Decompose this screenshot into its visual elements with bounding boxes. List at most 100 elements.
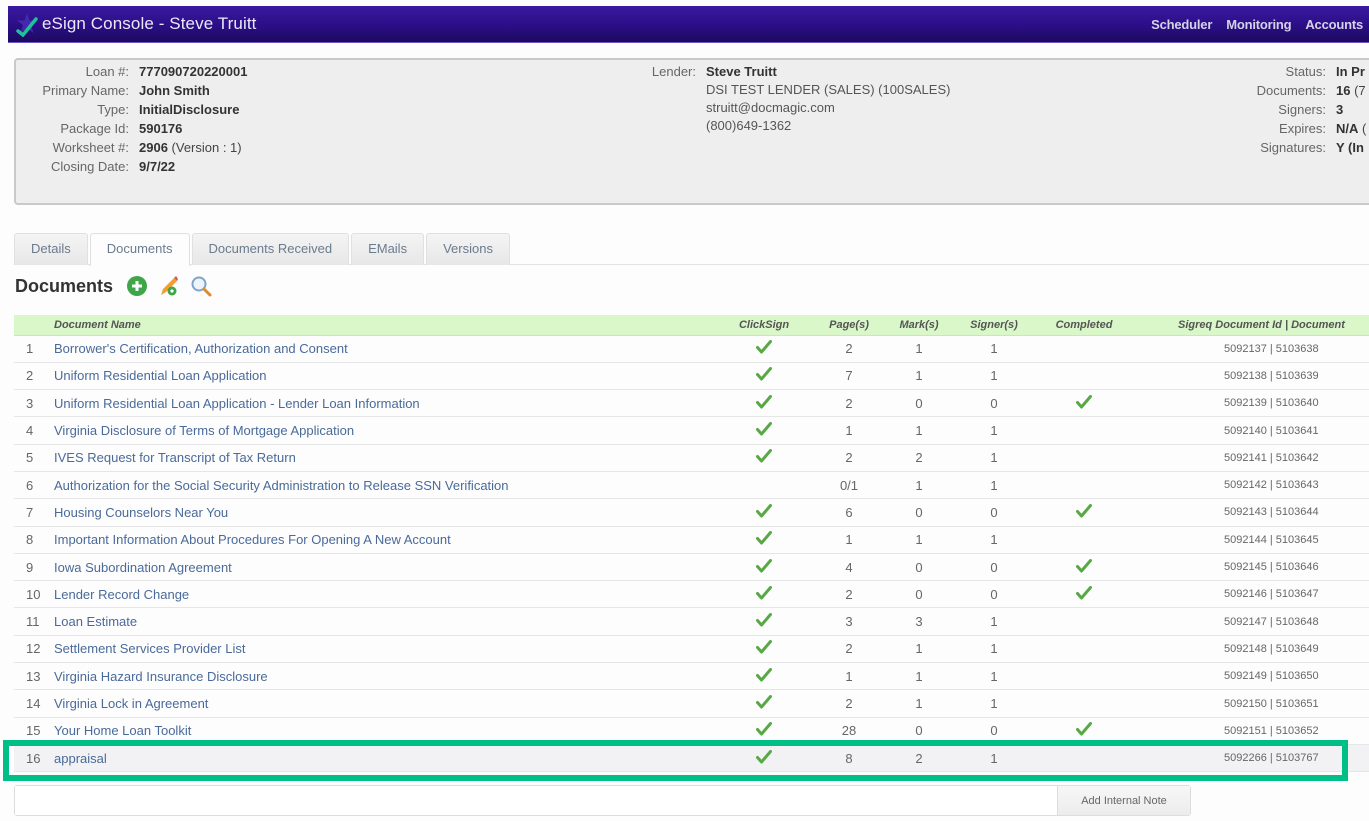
add-internal-note-button[interactable]: Add Internal Note — [1057, 786, 1190, 815]
document-link[interactable]: IVES Request for Transcript of Tax Retur… — [54, 450, 296, 465]
expires-value: N/A — [1336, 121, 1359, 136]
documents-label: Documents: — [1256, 83, 1326, 98]
col-signers[interactable]: Signer(s) — [954, 315, 1034, 336]
signatures-label: Signatures: — [1260, 140, 1326, 155]
table-row[interactable]: 12 Settlement Services Provider List 2 1 1 50… — [14, 635, 1369, 664]
clicksign-check-icon — [756, 585, 772, 603]
table-row[interactable]: 14 Virginia Lock in Agreement 2 1 1 5092150 |… — [14, 689, 1369, 718]
table-row[interactable]: 6 Authorization for the Social Security A… — [14, 471, 1369, 500]
signatures-value: Y (In — [1336, 140, 1364, 155]
pages-cell: 1 — [814, 526, 884, 554]
signers-cell: 1 — [954, 444, 1034, 472]
document-link[interactable]: Uniform Residential Loan Application - L… — [54, 396, 420, 411]
marks-cell: 2 — [884, 444, 954, 472]
marks-cell: 0 — [884, 717, 954, 745]
esign-logo-icon — [14, 11, 40, 37]
col-pages[interactable]: Page(s) — [814, 315, 884, 336]
completed-cell — [1034, 607, 1134, 636]
document-link[interactable]: Iowa Subordination Agreement — [54, 560, 232, 575]
completed-cell — [1034, 662, 1134, 691]
search-documents-button[interactable] — [189, 274, 213, 298]
signers-cell: 1 — [954, 416, 1034, 445]
package-id-value: 590176 — [139, 121, 183, 136]
title-bar: eSign Console - Steve Truitt Scheduler M… — [8, 6, 1369, 43]
row-number: 15 — [14, 717, 54, 745]
sigreq-ids-cell: 5092138 | 5103639 — [1134, 362, 1369, 391]
table-row[interactable]: 1 Borrower's Certification, Authorization… — [14, 335, 1369, 363]
pages-cell: 1 — [814, 416, 884, 445]
nav-monitoring[interactable]: Monitoring — [1226, 17, 1291, 32]
tab-emails[interactable]: EMails — [351, 233, 425, 265]
edit-document-button[interactable] — [157, 274, 181, 298]
tab-details[interactable]: Details — [14, 233, 88, 265]
signers-cell: 1 — [954, 744, 1034, 773]
table-row[interactable]: 4 Virginia Disclosure of Terms of Mortgag… — [14, 416, 1369, 445]
document-link[interactable]: Virginia Hazard Insurance Disclosure — [54, 669, 268, 684]
table-row[interactable]: 8 Important Information About Procedures … — [14, 526, 1369, 554]
document-link[interactable]: Important Information About Procedures F… — [54, 532, 451, 547]
table-row[interactable]: 7 Housing Counselors Near You 6 0 0 5092143 |… — [14, 498, 1369, 527]
table-row[interactable]: 5 IVES Request for Transcript of Tax Retu… — [14, 444, 1369, 472]
clicksign-check-icon — [756, 394, 772, 412]
document-link[interactable]: appraisal — [54, 751, 107, 766]
table-row[interactable]: 3 Uniform Residential Loan Application - … — [14, 389, 1369, 418]
document-link[interactable]: Lender Record Change — [54, 587, 189, 602]
marks-cell: 1 — [884, 335, 954, 363]
col-document-name[interactable]: Document Name — [54, 315, 714, 336]
internal-note-input[interactable] — [15, 786, 1057, 815]
sigreq-ids-cell: 5092150 | 5103651 — [1134, 689, 1369, 718]
clicksign-check-icon — [756, 503, 772, 521]
completed-check-icon — [1076, 503, 1092, 521]
clicksign-check-icon — [756, 340, 772, 357]
nav-accounts[interactable]: Accounts — [1305, 17, 1363, 32]
sigreq-ids-cell: 5092151 | 5103652 — [1134, 717, 1369, 745]
table-row[interactable]: 11 Loan Estimate 3 3 1 5092147 | 5103648 — [14, 607, 1369, 636]
pages-cell: 2 — [814, 444, 884, 472]
row-number: 7 — [14, 498, 54, 527]
completed-check-icon — [1076, 722, 1092, 739]
col-clicksign[interactable]: ClickSign — [714, 315, 814, 336]
table-row[interactable]: 15 Your Home Loan Toolkit 28 0 0 5092151 | 51… — [14, 717, 1369, 745]
loan-number-label: Loan #: — [85, 64, 129, 79]
completed-cell — [1034, 416, 1134, 445]
lender-label: Lender: — [651, 64, 696, 79]
document-link[interactable]: Housing Counselors Near You — [54, 505, 228, 520]
lender-name: Steve Truitt — [706, 64, 777, 79]
add-document-button[interactable] — [125, 274, 149, 298]
document-link[interactable]: Loan Estimate — [54, 614, 137, 629]
tab-documents-received[interactable]: Documents Received — [191, 233, 350, 265]
table-row[interactable]: 16 appraisal 8 2 1 5092266 | 5103767 — [14, 744, 1369, 773]
completed-check-icon — [1076, 558, 1092, 576]
table-row[interactable]: 10 Lender Record Change 2 0 0 5092146 | 51036… — [14, 580, 1369, 609]
document-link[interactable]: Your Home Loan Toolkit — [54, 723, 191, 738]
signers-cell: 0 — [954, 389, 1034, 418]
document-link[interactable]: Settlement Services Provider List — [54, 641, 245, 656]
signers-cell: 0 — [954, 717, 1034, 745]
document-link[interactable]: Authorization for the Social Security Ad… — [54, 478, 509, 493]
closing-date-value: 9/7/22 — [139, 159, 176, 174]
nav-scheduler[interactable]: Scheduler — [1151, 17, 1212, 32]
document-link[interactable]: Virginia Disclosure of Terms of Mortgage… — [54, 423, 354, 438]
clicksign-cell — [714, 717, 814, 745]
document-link[interactable]: Uniform Residential Loan Application — [54, 368, 266, 383]
table-row[interactable]: 13 Virginia Hazard Insurance Disclosure 1 1… — [14, 662, 1369, 691]
col-marks[interactable]: Mark(s) — [884, 315, 954, 336]
table-row[interactable]: 2 Uniform Residential Loan Application 7 1 1… — [14, 362, 1369, 391]
sigreq-ids-cell: 5092148 | 5103649 — [1134, 635, 1369, 664]
completed-cell — [1034, 635, 1134, 664]
expires-suffix: ( — [1358, 121, 1367, 136]
marks-cell: 1 — [884, 362, 954, 391]
document-link[interactable]: Virginia Lock in Agreement — [54, 696, 208, 711]
col-sigreq-document-id[interactable]: Sigreq Document Id | Document — [1134, 315, 1369, 336]
clicksign-cell — [714, 498, 814, 527]
col-completed[interactable]: Completed — [1034, 315, 1134, 336]
tab-documents[interactable]: Documents — [89, 233, 190, 266]
table-row[interactable]: 9 Iowa Subordination Agreement 4 0 0 5092145 … — [14, 553, 1369, 582]
tab-versions[interactable]: Versions — [426, 233, 510, 265]
signers-cell: 1 — [954, 662, 1034, 691]
row-number: 1 — [14, 335, 54, 363]
document-link[interactable]: Borrower's Certification, Authorization … — [54, 341, 348, 356]
clicksign-cell — [714, 689, 814, 718]
top-navigation: Scheduler Monitoring Accounts — [1151, 17, 1363, 32]
pages-cell: 7 — [814, 362, 884, 391]
